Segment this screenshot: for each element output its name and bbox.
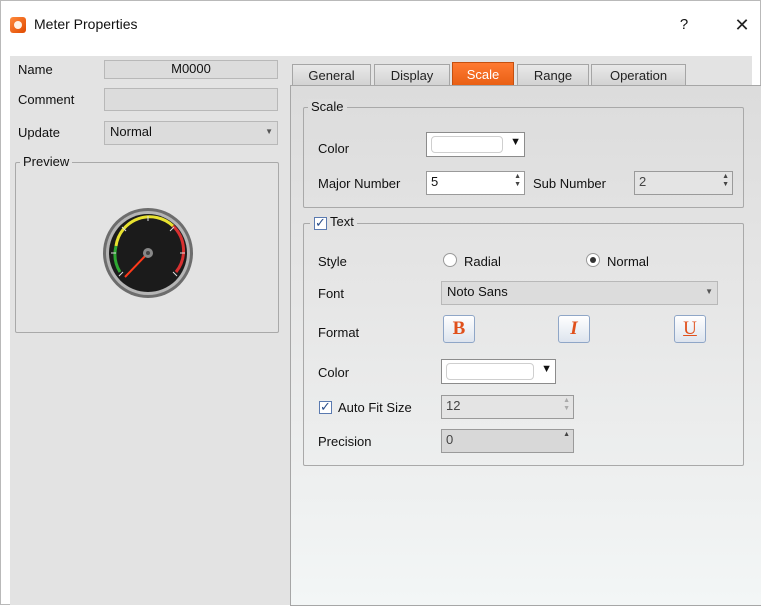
italic-button[interactable]: I xyxy=(558,315,590,343)
major-number-value: 5 xyxy=(431,174,439,189)
text-color-label: Color xyxy=(318,365,350,380)
update-combo[interactable]: Normal ▼ xyxy=(104,121,278,145)
sub-number-spinner[interactable]: 2 ▲ ▼ xyxy=(634,171,733,195)
spinner-up-icon[interactable]: ▲ xyxy=(563,431,570,439)
close-button[interactable]: ✕ xyxy=(727,11,757,39)
preview-group: Preview xyxy=(15,154,279,333)
meter-app-icon xyxy=(10,17,26,33)
dropdown-arrow-icon: ▼ xyxy=(541,363,552,375)
scale-color-label: Color xyxy=(318,141,350,156)
major-number-label: Major Number xyxy=(318,176,401,191)
meter-properties-dialog: Meter Properties ? ✕ Name M0000 Comment … xyxy=(0,0,761,606)
precision-value: 0 xyxy=(446,432,454,447)
spinner-arrows-icon[interactable]: ▲ ▼ xyxy=(722,173,729,189)
preview-group-title: Preview xyxy=(20,154,73,169)
text-group: Text Style Radial Normal Font Noto Sans … xyxy=(303,214,744,466)
style-normal-label[interactable]: Normal xyxy=(607,254,649,269)
dialog-body: Name M0000 Comment Update Normal ▼ Previ… xyxy=(10,56,761,606)
spinner-arrows-icon[interactable]: ▲ ▼ xyxy=(563,397,570,413)
name-field[interactable]: M0000 xyxy=(104,60,278,79)
font-label: Font xyxy=(318,286,345,301)
auto-fit-size-label[interactable]: Auto Fit Size xyxy=(338,400,412,415)
update-combo-value: Normal xyxy=(110,124,152,139)
scale-group-title: Scale xyxy=(308,99,347,114)
comment-label: Comment xyxy=(18,92,75,107)
text-color-swatch xyxy=(446,363,534,380)
style-label: Style xyxy=(318,254,347,269)
format-label: Format xyxy=(318,325,360,340)
scale-color-swatch xyxy=(431,136,503,153)
major-number-spinner[interactable]: 5 ▲ ▼ xyxy=(426,171,525,195)
style-normal-radio[interactable] xyxy=(586,253,600,267)
style-radial-radio[interactable] xyxy=(443,253,457,267)
chevron-down-icon: ▼ xyxy=(705,287,713,296)
sub-number-value: 2 xyxy=(639,174,647,189)
text-color-picker[interactable]: ▼ xyxy=(441,359,556,384)
window-title: Meter Properties xyxy=(34,16,138,32)
auto-fit-size-value: 12 xyxy=(446,398,461,413)
title-bar: Meter Properties ? ✕ xyxy=(1,1,760,48)
dropdown-arrow-icon: ▼ xyxy=(510,136,521,148)
help-button[interactable]: ? xyxy=(669,11,699,39)
meter-preview-image xyxy=(103,208,193,298)
scale-color-picker[interactable]: ▼ xyxy=(426,132,525,157)
name-label: Name xyxy=(18,62,53,77)
comment-field[interactable] xyxy=(104,88,278,111)
update-label: Update xyxy=(18,125,60,140)
spinner-arrows-icon[interactable]: ▲ ▼ xyxy=(514,173,521,189)
style-radial-label[interactable]: Radial xyxy=(464,254,501,269)
precision-label: Precision xyxy=(318,434,372,449)
auto-fit-size-spinner[interactable]: 12 ▲ ▼ xyxy=(441,395,574,419)
font-combo-value: Noto Sans xyxy=(447,284,508,299)
bold-button[interactable]: B xyxy=(443,315,475,343)
scale-tab-panel: Scale Color ▼ Major Number 5 ▲ ▼ Sub Numb… xyxy=(290,85,761,606)
chevron-down-icon: ▼ xyxy=(265,127,273,136)
sub-number-label: Sub Number xyxy=(533,176,606,191)
precision-spinner[interactable]: 0 ▲ xyxy=(441,429,574,453)
auto-fit-size-checkbox[interactable] xyxy=(319,399,332,415)
font-combo[interactable]: Noto Sans ▼ xyxy=(441,281,718,305)
underline-button[interactable]: U xyxy=(674,315,706,343)
text-enable-checkbox[interactable] xyxy=(314,215,327,231)
scale-group: Scale Color ▼ Major Number 5 ▲ ▼ Sub Numb… xyxy=(303,99,744,208)
